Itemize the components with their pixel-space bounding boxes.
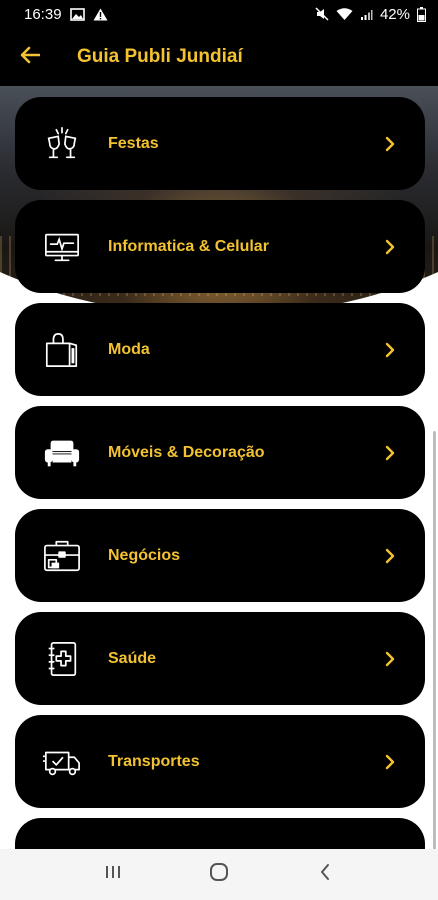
champagne-glasses-icon <box>15 97 108 190</box>
app-bar: Guia Publi Jundiaí <box>0 28 438 86</box>
back-icon <box>319 863 331 886</box>
recent-apps-icon <box>104 864 122 885</box>
mute-icon <box>315 7 329 21</box>
home-icon <box>209 862 229 887</box>
status-time: 16:39 <box>24 5 62 23</box>
chevron-right-icon <box>385 651 425 667</box>
battery-percent: 42% <box>379 5 410 23</box>
warning-icon <box>93 8 108 21</box>
shopping-bag-icon <box>15 303 108 396</box>
category-label: Saúde <box>108 649 157 667</box>
category-item-festas[interactable]: Festas <box>15 97 425 190</box>
category-item-transportes[interactable]: Transportes <box>15 715 425 808</box>
category-list: Festas Informatica & Celular Moda Móveis… <box>15 97 425 849</box>
chevron-right-icon <box>385 548 425 564</box>
page-title: Guia Publi Jundiaí <box>77 46 243 67</box>
category-item-saude[interactable]: Saúde <box>15 612 425 705</box>
category-list-container[interactable]: Festas Informatica & Celular Moda Móveis… <box>0 86 438 849</box>
category-item-partial[interactable] <box>15 818 425 849</box>
system-back-button[interactable] <box>295 849 355 900</box>
category-item-informatica-celular[interactable]: Informatica & Celular <box>15 200 425 293</box>
category-label: Negócios <box>108 546 181 564</box>
status-bar: 16:39 42% <box>0 0 438 28</box>
back-button[interactable] <box>0 28 60 86</box>
recent-apps-button[interactable] <box>83 849 143 900</box>
chevron-right-icon <box>385 342 425 358</box>
category-label: Festas <box>108 134 159 152</box>
category-item-moda[interactable]: Moda <box>15 303 425 396</box>
chevron-right-icon <box>385 445 425 461</box>
home-button[interactable] <box>189 849 249 900</box>
chevron-right-icon <box>385 754 425 770</box>
category-label: Informatica & Celular <box>108 237 269 255</box>
computer-monitor-icon <box>15 200 108 293</box>
category-label: Móveis & Decoração <box>108 443 265 461</box>
arrow-left-icon <box>20 46 41 69</box>
category-item-moveis-decoracao[interactable]: Móveis & Decoração <box>15 406 425 499</box>
category-label: Transportes <box>108 752 200 770</box>
scrollbar[interactable] <box>433 431 436 849</box>
image-icon <box>69 7 85 21</box>
sofa-icon <box>15 406 108 499</box>
briefcase-icon <box>15 509 108 602</box>
wifi-icon <box>336 7 353 21</box>
medical-book-icon <box>15 612 108 705</box>
signal-icon <box>360 8 373 21</box>
delivery-truck-icon <box>15 715 108 808</box>
category-label: Moda <box>108 340 150 358</box>
chevron-right-icon <box>385 136 425 152</box>
category-item-negocios[interactable]: Negócios <box>15 509 425 602</box>
system-nav-bar <box>0 849 438 900</box>
chevron-right-icon <box>385 239 425 255</box>
battery-icon <box>417 6 426 22</box>
